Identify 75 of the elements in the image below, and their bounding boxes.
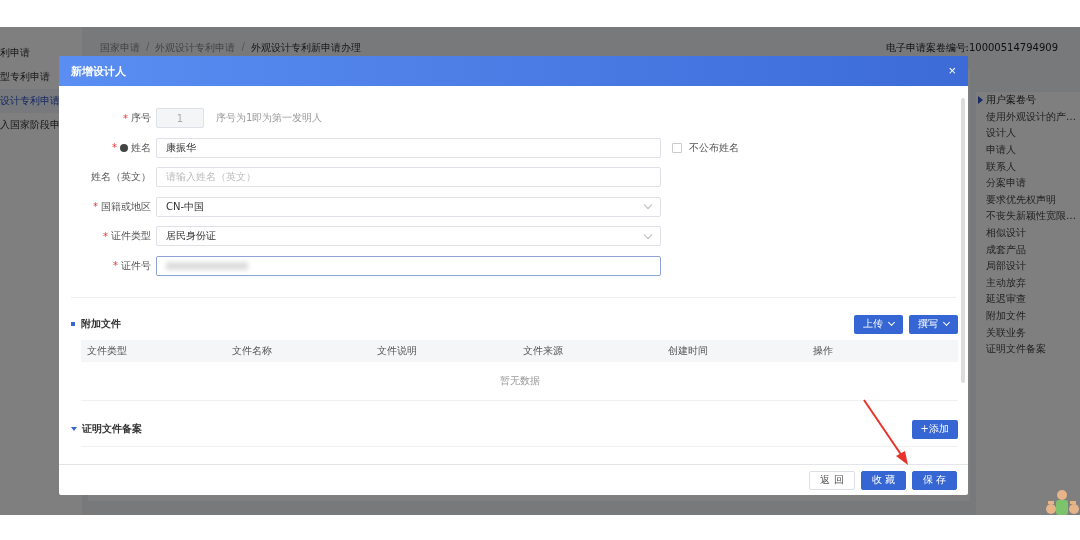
back-button[interactable]: 返 回 bbox=[809, 470, 855, 490]
scrollbar[interactable] bbox=[961, 98, 965, 383]
section-title: 附加文件 bbox=[81, 317, 121, 331]
outline-item[interactable]: 相似设计 bbox=[978, 224, 1080, 242]
outline-item[interactable]: 分案申请 bbox=[978, 174, 1080, 192]
column-header: 文件类型 bbox=[87, 344, 128, 358]
outline-label: 申请人 bbox=[986, 143, 1016, 158]
checkbox-label: 不公布姓名 bbox=[689, 140, 739, 155]
primary-button[interactable]: 保 存 bbox=[911, 470, 957, 490]
outline-label: 分案申请 bbox=[986, 176, 1026, 191]
outline-item[interactable]: 附加文件 bbox=[978, 307, 1080, 325]
dialog-title: 新增设计人 bbox=[71, 63, 126, 79]
breadcrumb-current: 外观设计专利新申请办理 bbox=[250, 41, 361, 55]
outline-label: 联系人 bbox=[986, 159, 1016, 174]
primary-button[interactable]: 收 藏 bbox=[860, 470, 906, 490]
field-label: 国籍或地区 bbox=[101, 199, 151, 214]
sidebar-item[interactable]: 利申请 bbox=[0, 41, 82, 65]
outline-item[interactable]: 局部设计 bbox=[978, 257, 1080, 275]
outline-label: 设计人 bbox=[986, 126, 1016, 141]
column-header: 创建时间 bbox=[667, 344, 709, 358]
dropdown-button[interactable]: 撰写 bbox=[909, 314, 958, 334]
outline-item[interactable]: 证明文件备案 bbox=[978, 340, 1080, 358]
outline-label: 要求优先权声明 bbox=[986, 192, 1056, 207]
outline-item[interactable]: 成套产品 bbox=[978, 241, 1080, 258]
required-mark: * bbox=[112, 142, 117, 154]
section-title: 证明文件备案 bbox=[82, 422, 142, 436]
outline-label: 证明文件备案 bbox=[986, 342, 1046, 357]
checkbox[interactable] bbox=[672, 142, 682, 153]
outline-label: 关联业务 bbox=[986, 325, 1026, 340]
required-mark: * bbox=[113, 260, 118, 272]
outline-item[interactable]: 设计人 bbox=[978, 125, 1080, 142]
required-mark: * bbox=[103, 230, 108, 242]
caret-icon bbox=[978, 96, 983, 105]
input-field[interactable] bbox=[156, 255, 661, 276]
required-mark: * bbox=[123, 112, 128, 124]
select-field[interactable]: 居民身份证 bbox=[156, 226, 661, 247]
dropdown-button[interactable]: 上传 bbox=[854, 314, 903, 334]
outline-label: 附加文件 bbox=[986, 309, 1026, 323]
field-label: 姓名（英文） bbox=[91, 170, 151, 185]
outline-item[interactable]: 延迟审查 bbox=[978, 291, 1080, 308]
column-header: 文件来源 bbox=[522, 344, 564, 358]
column-header: 文件说明 bbox=[377, 344, 419, 358]
field-label: 序号 bbox=[131, 111, 151, 126]
outline-label: 不丧失新颖性宽限… bbox=[986, 209, 1076, 224]
outline-item[interactable]: 关联业务 bbox=[978, 324, 1080, 341]
outline-item[interactable]: 主动放弃 bbox=[978, 274, 1080, 292]
cartoon-sticker-drawing bbox=[1044, 489, 1080, 515]
outline-item[interactable]: 申请人 bbox=[978, 141, 1080, 159]
select-field[interactable]: CN-中国 bbox=[156, 196, 661, 217]
required-mark: * bbox=[93, 201, 98, 213]
breadcrumb-separator: / bbox=[146, 41, 150, 54]
column-header: 文件名称 bbox=[232, 344, 274, 358]
field-label: 证件类型 bbox=[111, 229, 151, 244]
outline-label: 延迟审查 bbox=[986, 292, 1026, 307]
outline-item[interactable]: 联系人 bbox=[978, 158, 1080, 175]
empty-text: 暂无数据 bbox=[499, 374, 540, 388]
outline-item[interactable]: 要求优先权声明 bbox=[978, 191, 1080, 209]
outline-label: 局部设计 bbox=[986, 259, 1026, 274]
outline-item[interactable]: 使用外观设计的产… bbox=[978, 108, 1080, 126]
field-label: 证件号 bbox=[121, 258, 151, 273]
outline-label: 用户案卷号 bbox=[986, 93, 1036, 108]
column-header: 操作 bbox=[812, 344, 834, 358]
outline-label: 成套产品 bbox=[986, 242, 1026, 257]
breadcrumb-separator: / bbox=[241, 41, 245, 54]
outline-item[interactable]: 用户案卷号 bbox=[978, 92, 1080, 109]
input-field[interactable]: 康振华 bbox=[156, 137, 661, 158]
add-button[interactable]: +添加 bbox=[911, 419, 958, 439]
close-button[interactable]: × bbox=[946, 64, 958, 78]
outline-label: 相似设计 bbox=[986, 226, 1026, 241]
annotation-arrow bbox=[863, 399, 908, 465]
outline-label: 主动放弃 bbox=[986, 275, 1026, 290]
field-label: 姓名 bbox=[131, 140, 151, 155]
outline-label: 使用外观设计的产… bbox=[986, 109, 1076, 124]
outline-item[interactable]: 不丧失新颖性宽限… bbox=[978, 208, 1080, 225]
case-number: 电子申请案卷编号:10000514794909 bbox=[885, 41, 1058, 55]
